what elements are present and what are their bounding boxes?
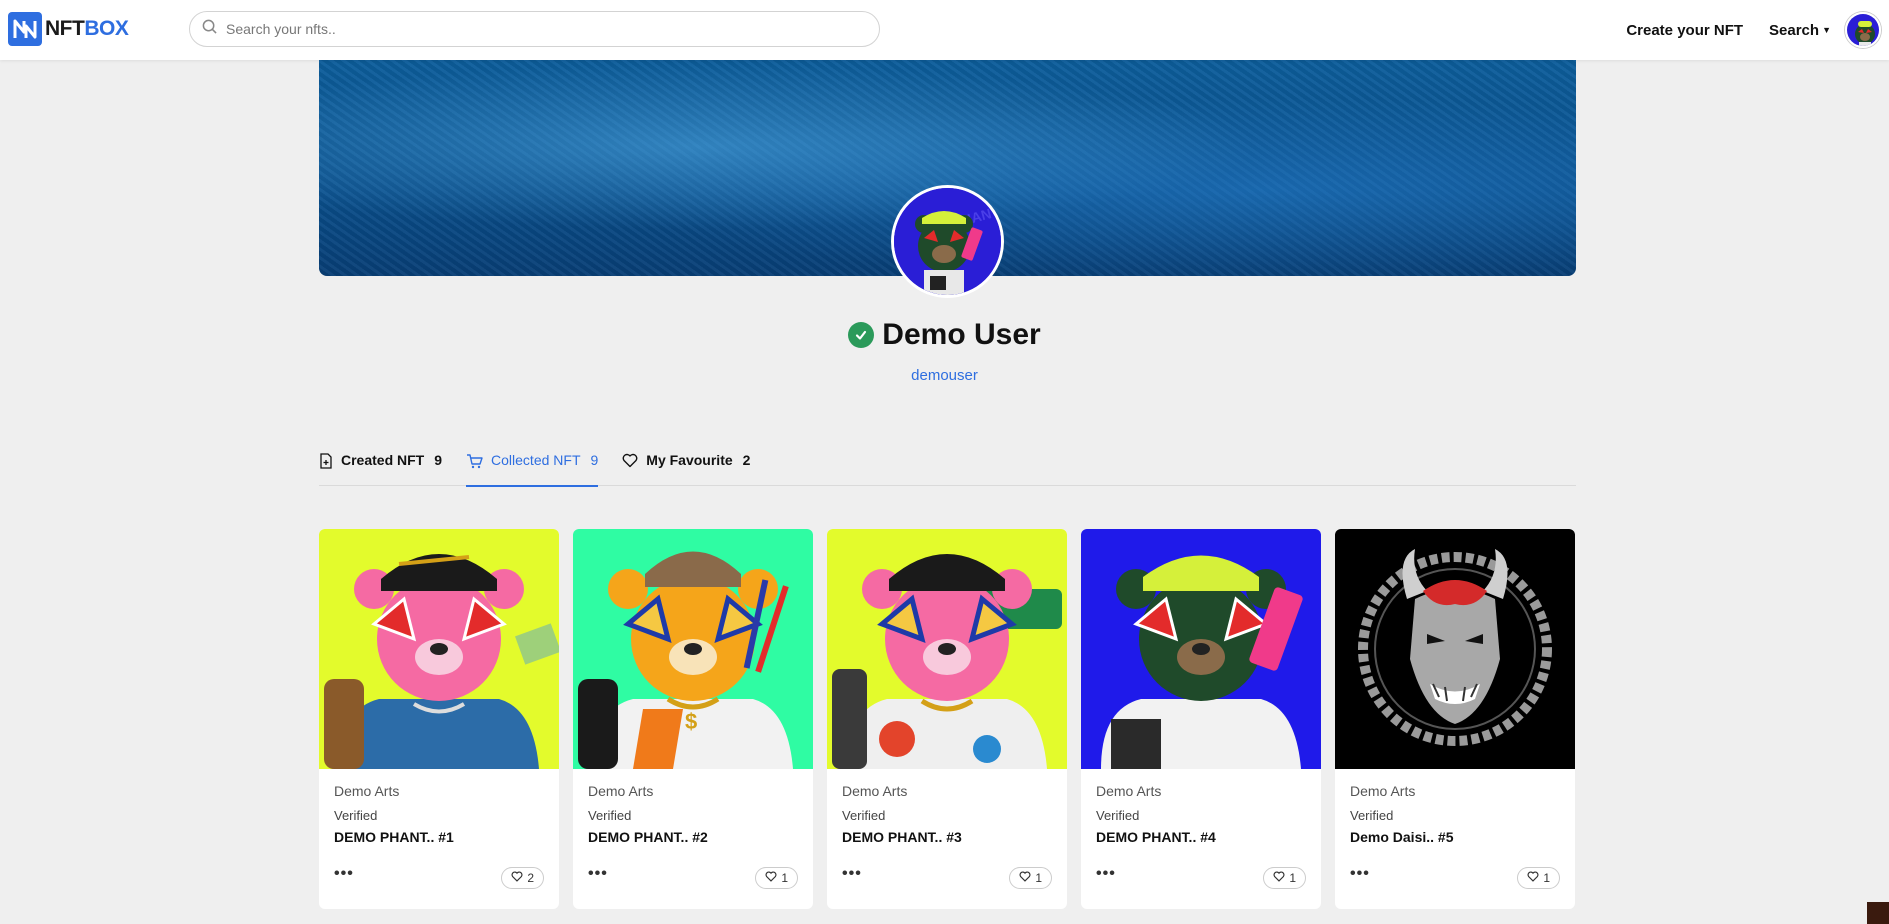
heart-icon <box>622 453 638 471</box>
nft-image[interactable] <box>1335 529 1575 769</box>
tab-collected-nft[interactable]: Collected NFT 9 <box>466 452 599 487</box>
logo-text: NFTBOX <box>45 17 129 40</box>
card-creator[interactable]: Demo Arts <box>588 783 798 799</box>
nft-image[interactable]: $ <box>573 529 813 769</box>
tab-collected-count: 9 <box>590 452 599 468</box>
more-options-icon[interactable]: ••• <box>842 865 862 883</box>
more-options-icon[interactable]: ••• <box>588 865 608 883</box>
svg-text:$: $ <box>685 709 697 734</box>
card-verified: Verified <box>842 808 886 823</box>
profile-name-text: Demo User <box>882 318 1041 351</box>
card-creator[interactable]: Demo Arts <box>334 783 544 799</box>
search-icon <box>202 19 217 39</box>
card-creator[interactable]: Demo Arts <box>842 783 1052 799</box>
corner-widget-icon[interactable] <box>1867 902 1889 924</box>
caret-down-icon: ▼ <box>1822 25 1831 35</box>
card-title[interactable]: DEMO PHANT.. #4 <box>1096 829 1306 845</box>
more-options-icon[interactable]: ••• <box>1096 865 1116 883</box>
nft-card[interactable]: Demo Arts Verified DEMO PHANT.. #3 ••• 1 <box>827 529 1067 909</box>
heart-icon <box>1273 871 1285 885</box>
like-count: 2 <box>527 871 534 885</box>
search-dropdown-label: Search <box>1769 21 1820 39</box>
like-button[interactable]: 2 <box>501 867 544 889</box>
profile-tabs: Created NFT 9 Collected NFT 9 My Favouri… <box>319 452 1576 487</box>
cart-icon <box>466 453 483 472</box>
nft-image[interactable] <box>1081 529 1321 769</box>
file-plus-icon <box>319 453 333 472</box>
card-verified: Verified <box>1096 808 1140 823</box>
card-creator[interactable]: Demo Arts <box>1350 783 1560 799</box>
tab-created-count: 9 <box>434 452 443 468</box>
profile-name: Demo User <box>0 318 1889 352</box>
verified-check-icon <box>848 322 875 348</box>
nft-card[interactable]: Demo Arts Verified DEMO PHANT.. #1 ••• 2 <box>319 529 559 909</box>
like-button[interactable]: 1 <box>1263 867 1306 889</box>
nft-card[interactable]: Demo Arts Verified Demo Daisi.. #5 ••• 1 <box>1335 529 1575 909</box>
card-title[interactable]: Demo Daisi.. #5 <box>1350 829 1560 845</box>
tab-created-nft[interactable]: Created NFT 9 <box>319 452 442 486</box>
top-navbar: NFTBOX Create your NFT Search ▼ <box>0 0 1889 60</box>
nft-card[interactable]: $ Demo Arts Verified DEMO PHANT.. #2 •••… <box>573 529 813 909</box>
like-button[interactable]: 1 <box>1517 867 1560 889</box>
nft-card[interactable]: Demo Arts Verified DEMO PHANT.. #4 ••• 1 <box>1081 529 1321 909</box>
search-input[interactable] <box>226 21 846 37</box>
like-count: 1 <box>781 871 788 885</box>
heart-icon <box>1019 871 1031 885</box>
like-button[interactable]: 1 <box>755 867 798 889</box>
nft-image[interactable] <box>827 529 1067 769</box>
tab-favourite-label: My Favourite <box>646 452 733 468</box>
tab-created-label: Created NFT <box>341 452 425 468</box>
more-options-icon[interactable]: ••• <box>1350 865 1370 883</box>
logo-mark-icon <box>8 12 42 46</box>
profile-avatar: PHANTA <box>891 185 1004 298</box>
card-title[interactable]: DEMO PHANT.. #3 <box>842 829 1052 845</box>
tab-collected-label: Collected NFT <box>491 452 581 468</box>
heart-icon <box>765 871 777 885</box>
search-bar[interactable] <box>189 11 880 47</box>
profile-handle[interactable]: demouser <box>0 367 1889 384</box>
card-verified: Verified <box>334 808 378 823</box>
nav-right: Create your NFT Search ▼ <box>1626 0 1889 60</box>
card-verified: Verified <box>1350 808 1394 823</box>
nft-grid: Demo Arts Verified DEMO PHANT.. #1 ••• 2 <box>319 529 1589 909</box>
tab-my-favourite[interactable]: My Favourite 2 <box>622 452 750 486</box>
nftbox-logo[interactable]: NFTBOX <box>8 12 129 46</box>
card-title[interactable]: DEMO PHANT.. #1 <box>334 829 544 845</box>
heart-icon <box>1527 871 1539 885</box>
card-title[interactable]: DEMO PHANT.. #2 <box>588 829 798 845</box>
search-dropdown[interactable]: Search ▼ <box>1769 22 1831 39</box>
create-nft-link[interactable]: Create your NFT <box>1626 22 1743 39</box>
tab-favourite-count: 2 <box>742 452 751 468</box>
heart-icon <box>511 871 523 885</box>
nft-image[interactable] <box>319 529 559 769</box>
like-count: 1 <box>1543 871 1550 885</box>
like-count: 1 <box>1289 871 1296 885</box>
card-creator[interactable]: Demo Arts <box>1096 783 1306 799</box>
more-options-icon[interactable]: ••• <box>334 865 354 883</box>
user-avatar[interactable] <box>1845 12 1881 48</box>
like-button[interactable]: 1 <box>1009 867 1052 889</box>
card-verified: Verified <box>588 808 632 823</box>
like-count: 1 <box>1035 871 1042 885</box>
